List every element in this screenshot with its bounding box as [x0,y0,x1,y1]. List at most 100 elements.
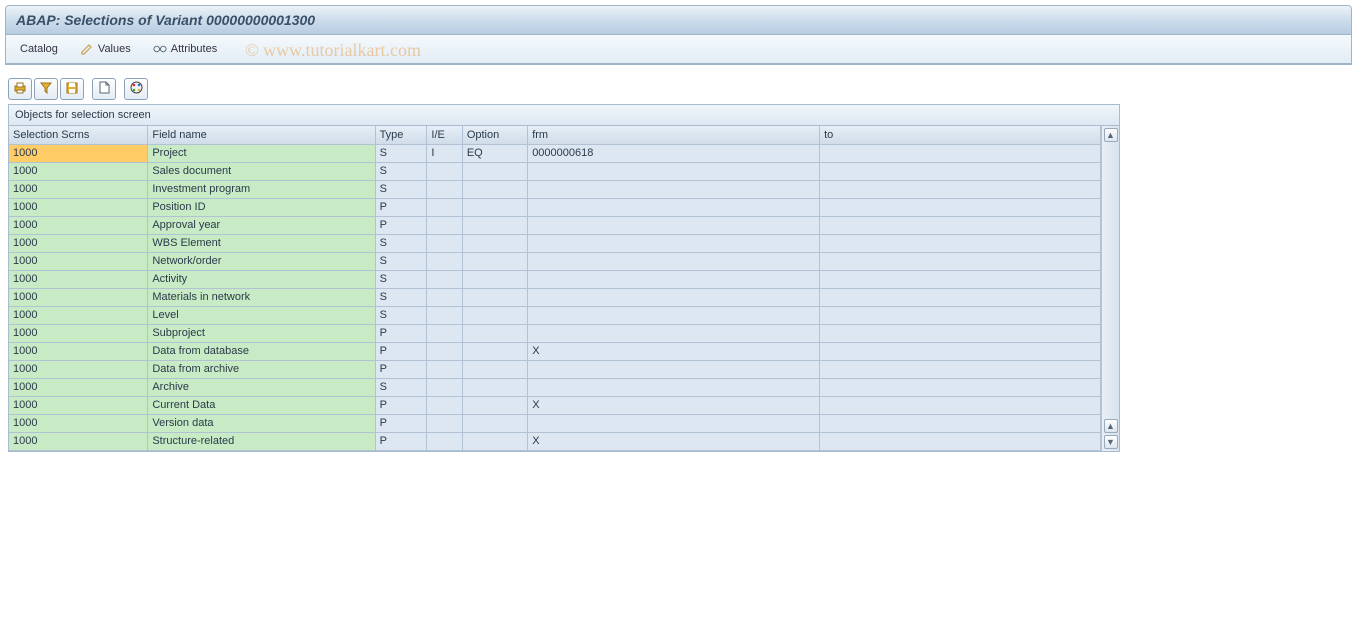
table-row[interactable]: 1000LevelS [9,306,1101,324]
cell-field[interactable]: Activity [148,270,375,288]
cell-type[interactable]: P [375,396,427,414]
table-row[interactable]: 1000Network/orderS [9,252,1101,270]
table-row[interactable]: 1000WBS ElementS [9,234,1101,252]
cell-ie[interactable] [427,252,462,270]
save-button[interactable] [60,78,84,100]
cell-frm[interactable] [528,252,820,270]
cell-opt[interactable] [462,198,527,216]
cell-opt[interactable] [462,342,527,360]
cell-to[interactable] [820,378,1101,396]
cell-scrn[interactable]: 1000 [9,432,148,450]
cell-ie[interactable] [427,162,462,180]
cell-opt[interactable] [462,270,527,288]
cell-type[interactable]: P [375,216,427,234]
cell-ie[interactable] [427,270,462,288]
col-frm-header[interactable]: frm [528,126,820,144]
col-field-header[interactable]: Field name [148,126,375,144]
palette-button[interactable] [124,78,148,100]
table-row[interactable]: 1000Data from databasePX [9,342,1101,360]
cell-to[interactable] [820,252,1101,270]
filter-button[interactable] [34,78,58,100]
cell-to[interactable] [820,180,1101,198]
cell-type[interactable]: S [375,234,427,252]
menu-catalog[interactable]: Catalog [16,41,62,57]
cell-scrn[interactable]: 1000 [9,162,148,180]
cell-frm[interactable]: 0000000618 [528,144,820,162]
cell-frm[interactable]: X [528,432,820,450]
cell-scrn[interactable]: 1000 [9,342,148,360]
table-row[interactable]: 1000Position IDP [9,198,1101,216]
cell-opt[interactable] [462,288,527,306]
cell-ie[interactable] [427,306,462,324]
scroll-up2-button[interactable]: ▲ [1104,419,1118,433]
cell-frm[interactable] [528,162,820,180]
cell-opt[interactable] [462,162,527,180]
cell-field[interactable]: Network/order [148,252,375,270]
cell-opt[interactable]: EQ [462,144,527,162]
vertical-scrollbar[interactable]: ▲ ▲ ▼ [1101,126,1119,451]
cell-type[interactable]: S [375,306,427,324]
cell-field[interactable]: Subproject [148,324,375,342]
cell-opt[interactable] [462,432,527,450]
cell-field[interactable]: Sales document [148,162,375,180]
cell-ie[interactable] [427,414,462,432]
cell-opt[interactable] [462,396,527,414]
cell-scrn[interactable]: 1000 [9,324,148,342]
cell-to[interactable] [820,306,1101,324]
cell-to[interactable] [820,396,1101,414]
cell-ie[interactable] [427,288,462,306]
cell-to[interactable] [820,162,1101,180]
cell-ie[interactable]: I [427,144,462,162]
cell-field[interactable]: Level [148,306,375,324]
col-scrn-header[interactable]: Selection Scrns [9,126,148,144]
cell-scrn[interactable]: 1000 [9,216,148,234]
cell-opt[interactable] [462,414,527,432]
cell-frm[interactable] [528,216,820,234]
cell-to[interactable] [820,270,1101,288]
cell-field[interactable]: Approval year [148,216,375,234]
table-row[interactable]: 1000Sales documentS [9,162,1101,180]
cell-opt[interactable] [462,234,527,252]
cell-scrn[interactable]: 1000 [9,288,148,306]
cell-scrn[interactable]: 1000 [9,360,148,378]
cell-frm[interactable] [528,234,820,252]
scroll-down-button[interactable]: ▼ [1104,435,1118,449]
table-row[interactable]: 1000Materials in networkS [9,288,1101,306]
cell-field[interactable]: Data from archive [148,360,375,378]
scroll-up-button[interactable]: ▲ [1104,128,1118,142]
cell-scrn[interactable]: 1000 [9,306,148,324]
cell-opt[interactable] [462,378,527,396]
table-row[interactable]: 1000Current DataPX [9,396,1101,414]
col-to-header[interactable]: to [820,126,1101,144]
cell-field[interactable]: WBS Element [148,234,375,252]
menu-values[interactable]: Values [76,40,135,58]
cell-to[interactable] [820,360,1101,378]
cell-type[interactable]: S [375,162,427,180]
cell-frm[interactable] [528,360,820,378]
table-row[interactable]: 1000Approval yearP [9,216,1101,234]
cell-to[interactable] [820,234,1101,252]
cell-type[interactable]: P [375,324,427,342]
cell-type[interactable]: S [375,288,427,306]
cell-to[interactable] [820,432,1101,450]
cell-scrn[interactable]: 1000 [9,180,148,198]
cell-to[interactable] [820,414,1101,432]
cell-frm[interactable] [528,324,820,342]
cell-frm[interactable]: X [528,396,820,414]
cell-field[interactable]: Archive [148,378,375,396]
cell-scrn[interactable]: 1000 [9,378,148,396]
cell-to[interactable] [820,342,1101,360]
cell-frm[interactable] [528,306,820,324]
cell-field[interactable]: Project [148,144,375,162]
cell-scrn[interactable]: 1000 [9,234,148,252]
cell-ie[interactable] [427,342,462,360]
cell-frm[interactable] [528,378,820,396]
cell-type[interactable]: P [375,342,427,360]
cell-field[interactable]: Data from database [148,342,375,360]
cell-scrn[interactable]: 1000 [9,396,148,414]
cell-type[interactable]: S [375,144,427,162]
cell-type[interactable]: P [375,198,427,216]
cell-type[interactable]: P [375,432,427,450]
table-row[interactable]: 1000Structure-relatedPX [9,432,1101,450]
cell-ie[interactable] [427,324,462,342]
